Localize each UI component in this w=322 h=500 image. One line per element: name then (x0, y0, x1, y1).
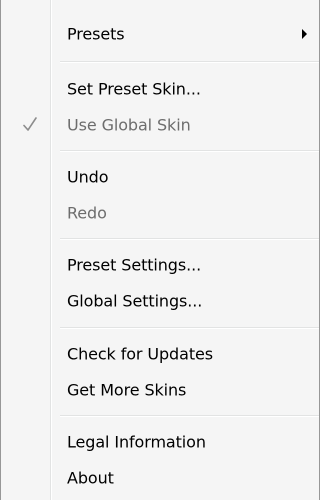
menu-item-label: Check for Updates (67, 344, 213, 364)
menu-item-label: Undo (67, 167, 109, 187)
menu-item-label: Presets (67, 24, 125, 44)
menu-separator (60, 150, 319, 152)
menu-separator (60, 238, 319, 240)
menu-item-presets[interactable]: Presets (1, 17, 319, 51)
menu-item-label: Preset Settings... (67, 255, 202, 275)
menu-item-legal-information[interactable]: Legal Information (1, 425, 319, 459)
menu-separator (60, 415, 319, 417)
menu-item-set-preset-skin[interactable]: Set Preset Skin... (1, 72, 319, 106)
menu-item-label: Legal Information (67, 432, 206, 452)
menu-item-undo[interactable]: Undo (1, 160, 319, 194)
menu-item-get-more-skins[interactable]: Get More Skins (1, 373, 319, 407)
menu-item-about[interactable]: About (1, 461, 319, 495)
menu-item-label: Redo (67, 203, 107, 223)
menu-item-redo: Redo (1, 196, 319, 230)
menu-item-preset-settings[interactable]: Preset Settings... (1, 248, 319, 282)
menu-item-use-global-skin: Use Global Skin (1, 108, 319, 142)
menu-item-label: Global Settings... (67, 291, 203, 311)
menu-item-label: About (67, 468, 114, 488)
menu-separator (60, 327, 319, 329)
context-menu: Presets Set Preset Skin... Use Global Sk… (0, 0, 320, 500)
submenu-arrow-icon (302, 29, 307, 39)
menu-item-label: Get More Skins (67, 380, 187, 400)
menu-separator (60, 61, 319, 63)
checkmark-icon (23, 117, 37, 131)
menu-item-label: Use Global Skin (67, 115, 191, 135)
menu-item-check-for-updates[interactable]: Check for Updates (1, 337, 319, 371)
menu-item-global-settings[interactable]: Global Settings... (1, 284, 319, 318)
menu-item-label: Set Preset Skin... (67, 79, 201, 99)
